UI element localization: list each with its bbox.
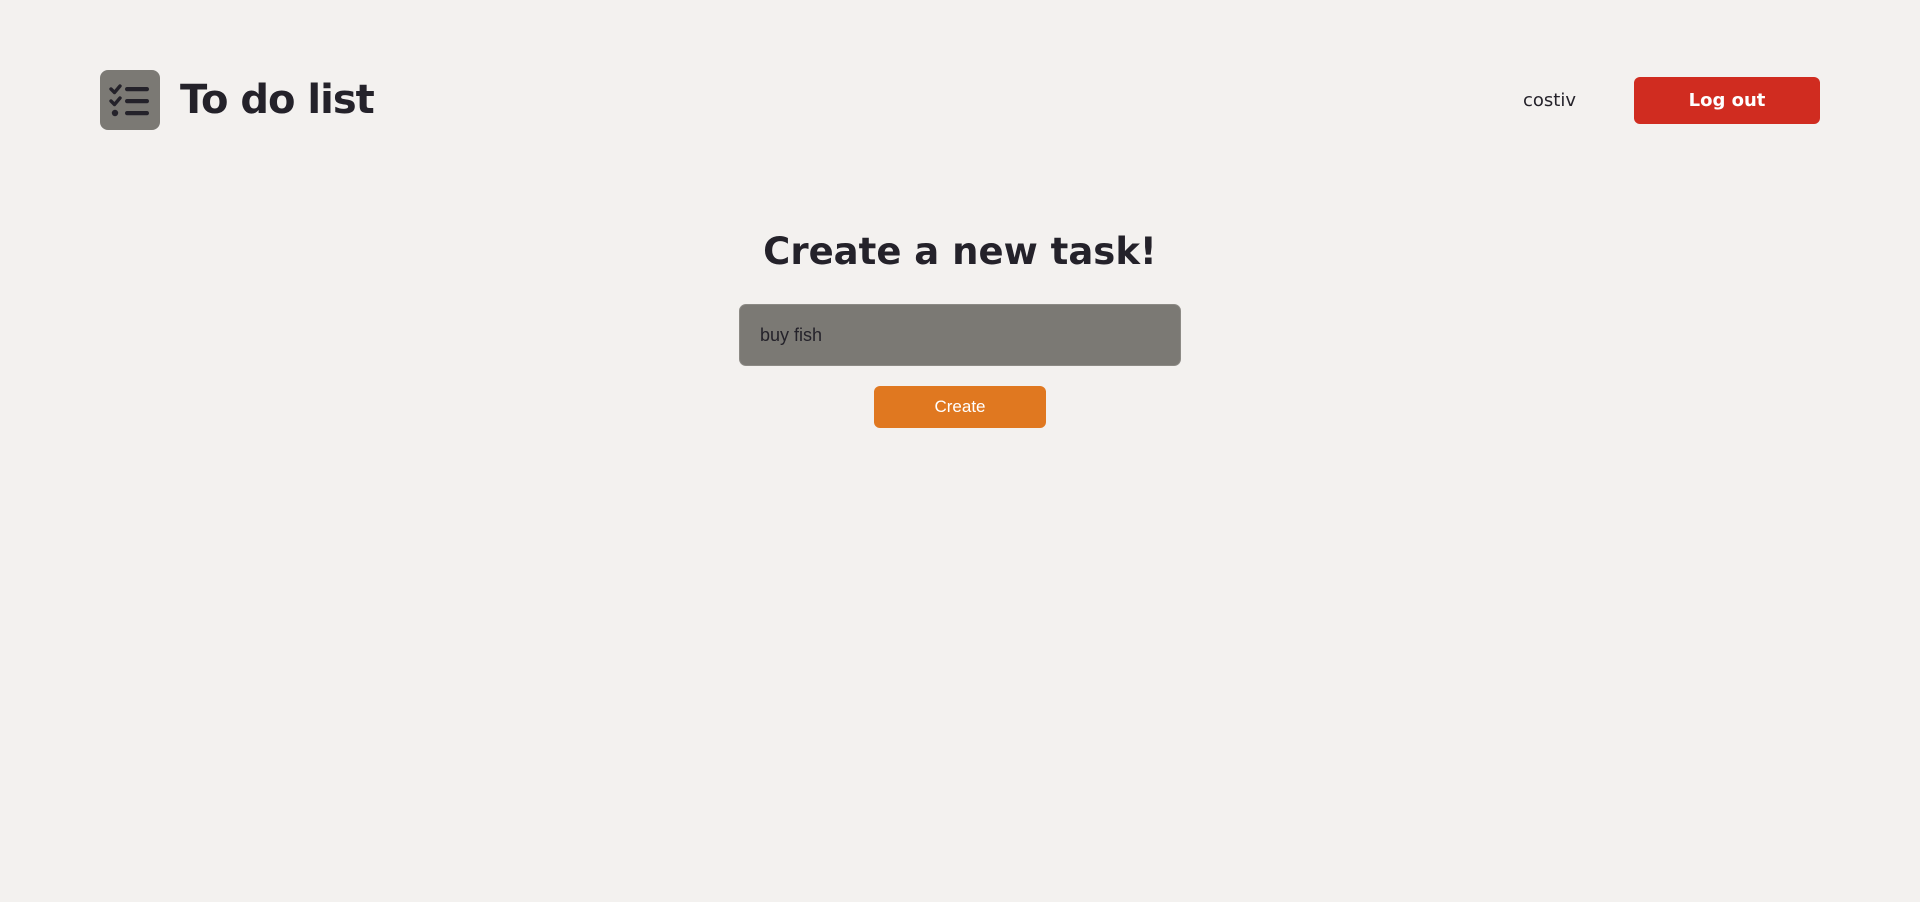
brand: To do list xyxy=(100,70,375,130)
page: To do list costiv Log out Create a new t… xyxy=(0,0,1920,902)
create-button[interactable]: Create xyxy=(874,386,1046,428)
app-title: To do list xyxy=(180,77,375,123)
new-task-form: Create a new task! Create xyxy=(0,226,1920,428)
username: costiv xyxy=(1523,89,1576,111)
page-title: Create a new task! xyxy=(763,230,1157,273)
app-header: To do list costiv Log out xyxy=(100,70,1820,130)
task-input[interactable] xyxy=(739,304,1181,366)
user-area: costiv Log out xyxy=(1523,76,1820,124)
logout-button[interactable]: Log out xyxy=(1634,76,1820,124)
checklist-icon xyxy=(100,70,160,130)
